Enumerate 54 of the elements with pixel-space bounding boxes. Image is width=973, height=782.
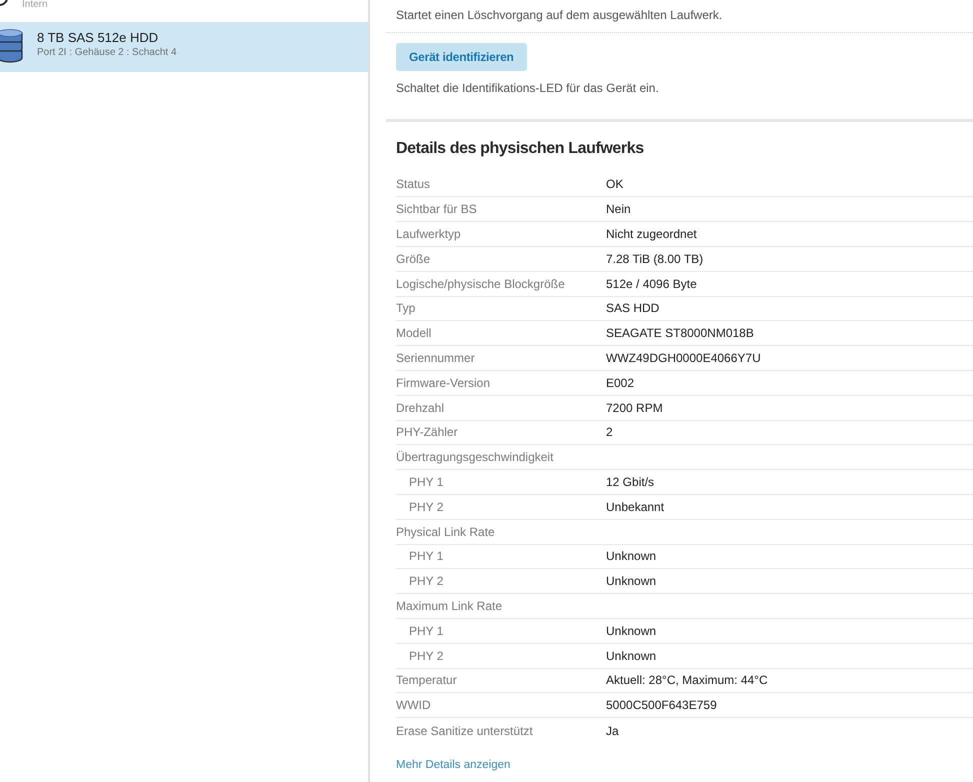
detail-label: Laufwerktyp	[396, 227, 462, 242]
detail-label: PHY 1	[408, 549, 444, 564]
detail-value: OK	[606, 177, 624, 192]
detail-value: 7.28 TiB (8.00 TB)	[606, 252, 704, 266]
action-description: Schaltet die Identifikations-LED für das Gerät ein.	[396, 80, 659, 97]
detail-label: Drehzahl	[396, 400, 446, 415]
more-details-link[interactable]: Mehr Details anzeigen	[396, 756, 510, 773]
identify-button[interactable]: Gerät identifizieren	[396, 43, 527, 71]
detail-label: PHY 2	[408, 500, 444, 514]
detail-label: PHY 1	[408, 624, 444, 638]
detail-label: WWID	[396, 698, 432, 712]
detail-label: Logische/physische Blockgröße	[396, 276, 566, 291]
detail-label: Erase Sanitize unterstützt	[396, 724, 534, 738]
detail-value: SEAGATE ST8000NM018B	[606, 326, 754, 340]
detail-value: Unknown	[606, 549, 656, 564]
group-label: Physical Link Rate	[396, 524, 496, 539]
detail-value: Unknown	[606, 648, 656, 663]
detail-value: Nicht zugeordnet	[606, 227, 697, 242]
detail-value: 512e / 4096 Byte	[606, 276, 697, 291]
detail-value: WWZ49DGH0000E4066Y7U	[606, 351, 761, 366]
detail-value: Unknown	[606, 574, 656, 588]
drive-location: Port 2I : Gehäuse 2 : Schacht 4	[37, 46, 177, 60]
detail-label: Modell	[396, 326, 432, 340]
detail-label: PHY-Zähler	[396, 425, 459, 440]
arc-icon	[0, 0, 10, 8]
detail-value: 7200 RPM	[606, 400, 663, 415]
detail-label: PHY 2	[408, 574, 444, 588]
detail-value: 12 Gbit/s	[606, 475, 654, 490]
group-label: Intern	[22, 0, 48, 10]
group-label: Übertragungsgeschwindigkeit	[396, 450, 554, 464]
action-description: Startet einen Löschvorgang auf dem ausgewählten Laufwerk.	[396, 7, 722, 24]
detail-label: Sichtbar für BS	[396, 202, 478, 216]
detail-value: Unknown	[606, 624, 656, 638]
detail-label: Typ	[396, 301, 416, 316]
sidebar-item[interactable]: 8 TB SAS 512e HDD Port 2I : Gehäuse 2 : Schacht 4	[0, 22, 368, 72]
detail-value: Unbekannt	[606, 500, 664, 514]
disk-stack-icon	[0, 29, 24, 63]
detail-value: 5000C500F643E759	[606, 698, 717, 712]
detail-label: Firmware-Version	[396, 376, 492, 390]
detail-value: Aktuell: 28°C, Maximum: 44°C	[606, 673, 768, 688]
detail-label: Seriennummer	[396, 351, 476, 366]
group-label: Maximum Link Rate	[396, 599, 504, 614]
detail-label: PHY 2	[408, 648, 444, 663]
detail-label: PHY 1	[408, 475, 444, 490]
detail-label: Status	[396, 177, 432, 192]
section-heading: Details des physischen Laufwerks	[396, 139, 645, 159]
detail-value: SAS HDD	[606, 301, 660, 316]
detail-value: Nein	[606, 202, 631, 216]
detail-value: Ja	[606, 724, 619, 738]
detail-label: Temperatur	[396, 673, 458, 688]
detail-value: 2	[606, 425, 613, 440]
detail-label: Größe	[396, 252, 432, 266]
drive-title: 8 TB SAS 512e HDD	[37, 30, 160, 46]
detail-value: E002	[606, 376, 634, 390]
